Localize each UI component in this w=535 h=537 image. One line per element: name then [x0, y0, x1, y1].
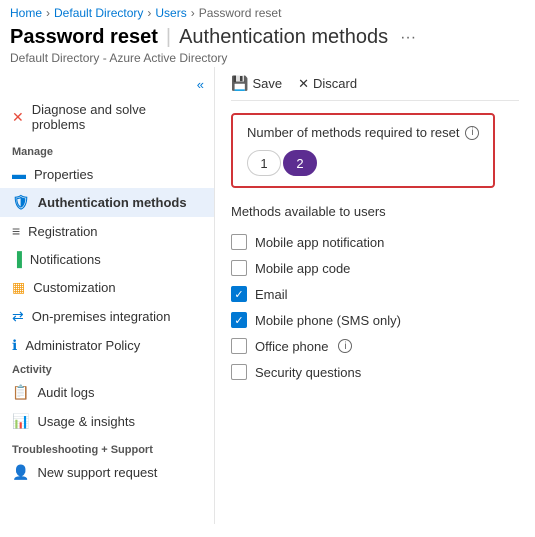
content-area: 💾 Save ✕ Discard Number of methods requi… — [215, 67, 535, 524]
save-icon: 💾 — [231, 75, 248, 92]
breadcrumb-directory[interactable]: Default Directory — [54, 6, 143, 20]
method-mobile-app-notification-label: Mobile app notification — [255, 235, 384, 250]
sidebar-support-item-label: New support request — [37, 465, 157, 480]
method-email-label: Email — [255, 287, 288, 302]
save-button[interactable]: 💾 Save — [231, 75, 282, 92]
sidebar-registration-label: Registration — [28, 224, 97, 239]
discard-button[interactable]: ✕ Discard — [298, 76, 357, 92]
sidebar-customization-label: Customization — [33, 280, 115, 295]
sidebar-onprem-label: On-premises integration — [32, 309, 171, 324]
onprem-icon: ⇄ — [12, 308, 24, 325]
office-phone-info-icon[interactable]: i — [338, 339, 352, 353]
page-title: Password reset — [10, 26, 158, 49]
breadcrumb-home[interactable]: Home — [10, 6, 42, 20]
toggle-row: 1 2 — [247, 150, 479, 176]
sidebar: « ✕ Diagnose and solve problems Manage ▬… — [0, 67, 215, 524]
sidebar-diagnose-label: Diagnose and solve problems — [32, 102, 202, 132]
sidebar-item-auth-methods[interactable]: 🛡 Authentication methods — [0, 188, 214, 217]
ellipsis-button[interactable]: ··· — [396, 27, 420, 49]
sidebar-policy-label: Administrator Policy — [25, 338, 140, 353]
sidebar-item-audit[interactable]: 📋 Audit logs — [0, 378, 214, 407]
sidebar-collapse-button[interactable]: « — [0, 73, 214, 96]
usage-icon: 📊 — [12, 413, 29, 430]
sidebar-manage-label: Manage — [0, 138, 214, 160]
method-office-phone-label: Office phone — [255, 339, 328, 354]
methods-required-box: Number of methods required to reset i 1 … — [231, 113, 495, 188]
method-email: Email — [231, 281, 519, 307]
breadcrumb-users[interactable]: Users — [155, 6, 186, 20]
sidebar-activity-label: Activity — [0, 360, 214, 378]
toggle-option-1[interactable]: 1 — [247, 150, 281, 176]
toggle-option-2[interactable]: 2 — [283, 150, 317, 176]
sidebar-item-onprem[interactable]: ⇄ On-premises integration — [0, 302, 214, 331]
customization-icon: ▦ — [12, 279, 25, 296]
sidebar-support-label: Troubleshooting + Support — [0, 436, 214, 458]
sidebar-item-notifications[interactable]: ▐ Notifications — [0, 245, 214, 273]
diagnose-icon: ✕ — [12, 109, 24, 126]
page-header: Password reset | Authentication methods … — [0, 22, 535, 67]
sidebar-item-diagnose[interactable]: ✕ Diagnose and solve problems — [0, 96, 214, 138]
method-security-questions: Security questions — [231, 359, 519, 385]
checkbox-mobile-phone[interactable] — [231, 312, 247, 328]
sidebar-item-support[interactable]: 👤 New support request — [0, 458, 214, 487]
sidebar-audit-label: Audit logs — [37, 385, 94, 400]
checkbox-security-questions[interactable] — [231, 364, 247, 380]
sidebar-properties-label: Properties — [34, 167, 93, 182]
page-subtitle-text: Authentication methods — [179, 26, 388, 49]
sidebar-item-customization[interactable]: ▦ Customization — [0, 273, 214, 302]
method-mobile-app-code-label: Mobile app code — [255, 261, 350, 276]
sidebar-usage-label: Usage & insights — [37, 414, 135, 429]
registration-icon: ≡ — [12, 223, 20, 239]
notifications-icon: ▐ — [12, 251, 22, 267]
sidebar-item-policy[interactable]: ℹ Administrator Policy — [0, 331, 214, 360]
main-layout: « ✕ Diagnose and solve problems Manage ▬… — [0, 67, 535, 524]
method-mobile-app-notification: Mobile app notification — [231, 229, 519, 255]
policy-icon: ℹ — [12, 337, 17, 354]
page-description: Default Directory - Azure Active Directo… — [10, 51, 525, 65]
checkbox-office-phone[interactable] — [231, 338, 247, 354]
method-security-questions-label: Security questions — [255, 365, 361, 380]
breadcrumb-current: Password reset — [199, 6, 282, 20]
sidebar-auth-label: Authentication methods — [38, 195, 187, 210]
checkbox-mobile-app-code[interactable] — [231, 260, 247, 276]
breadcrumb: Home › Default Directory › Users › Passw… — [0, 0, 535, 22]
sidebar-notifications-label: Notifications — [30, 252, 101, 267]
method-mobile-app-code: Mobile app code — [231, 255, 519, 281]
auth-methods-icon: 🛡 — [12, 194, 30, 211]
sidebar-item-properties[interactable]: ▬ Properties — [0, 160, 214, 188]
discard-label: Discard — [313, 76, 357, 91]
audit-icon: 📋 — [12, 384, 29, 401]
support-icon: 👤 — [12, 464, 29, 481]
discard-icon: ✕ — [298, 76, 309, 92]
toolbar: 💾 Save ✕ Discard — [231, 75, 519, 101]
checkbox-mobile-app-notification[interactable] — [231, 234, 247, 250]
method-mobile-phone-label: Mobile phone (SMS only) — [255, 313, 401, 328]
methods-required-info-icon[interactable]: i — [465, 126, 479, 140]
method-mobile-phone: Mobile phone (SMS only) — [231, 307, 519, 333]
checkbox-email[interactable] — [231, 286, 247, 302]
properties-icon: ▬ — [12, 166, 26, 182]
methods-available-title: Methods available to users — [231, 204, 519, 219]
save-label: Save — [252, 76, 282, 91]
methods-required-label: Number of methods required to reset i — [247, 125, 479, 140]
method-office-phone: Office phone i — [231, 333, 519, 359]
sidebar-item-registration[interactable]: ≡ Registration — [0, 217, 214, 245]
sidebar-item-usage[interactable]: 📊 Usage & insights — [0, 407, 214, 436]
